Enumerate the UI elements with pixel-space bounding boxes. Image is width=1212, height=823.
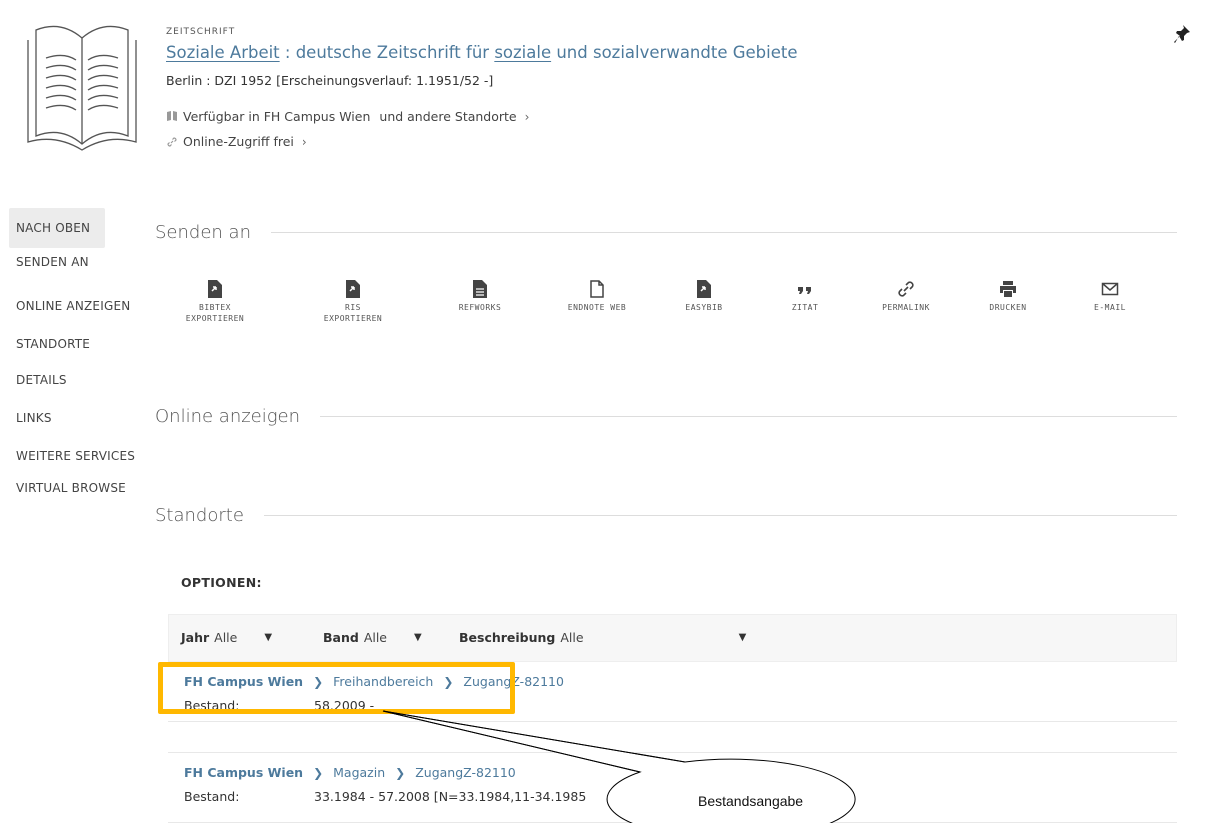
availability-link[interactable]: Verfügbar in FH Campus Wien und andere S… — [166, 109, 529, 124]
zitat-button[interactable]: ZITAT — [755, 280, 855, 313]
caret-down-icon: ▼ — [738, 632, 747, 643]
title-link-part[interactable]: soziale — [494, 43, 551, 62]
file-export-icon — [208, 280, 222, 298]
call-number: ZugangZ-82110 — [415, 765, 516, 780]
availability-location: Verfügbar in FH Campus Wien — [183, 109, 371, 124]
caret-down-icon: ▼ — [264, 632, 273, 643]
button-label: RIS EXPORTIEREN — [323, 303, 383, 323]
bibtex-export-button[interactable]: BIBTEX EXPORTIEREN — [165, 280, 265, 324]
refworks-button[interactable]: REFWORKS — [430, 280, 530, 313]
filter-key: Beschreibung — [459, 630, 556, 645]
online-access-label: Online-Zugriff frei — [183, 134, 294, 149]
availability-more: und andere Standorte — [379, 109, 517, 124]
holding-value: 33.1984 - 57.2008 [N=33.1984,11-34.1985 — [314, 789, 587, 804]
send-actions: BIBTEX EXPORTIEREN RIS EXPORTIEREN REFWO… — [165, 280, 1177, 340]
filter-key: Jahr — [181, 630, 210, 645]
options-label: OPTIONEN: — [181, 575, 262, 590]
section-nav: NACH OBEN SENDEN AN ONLINE ANZEIGEN STAN… — [9, 208, 159, 508]
record-title[interactable]: Soziale Arbeit : deutsche Zeitschrift fü… — [166, 43, 798, 62]
chevron-right-icon: ❯ — [395, 765, 406, 780]
chevron-right-icon: › — [301, 134, 307, 149]
publication-info: Berlin : DZI 1952 [Erscheinungsverlauf: … — [166, 73, 494, 88]
section-title: Online anzeigen — [155, 406, 301, 427]
callout-text: Bestandsangabe — [698, 793, 804, 809]
title-part: und sozialverwandte Gebiete — [551, 43, 798, 62]
permalink-button[interactable]: PERMALINK — [856, 280, 956, 313]
nav-item-standorte[interactable]: STANDORTE — [9, 324, 159, 364]
nav-item-senden-an[interactable]: SENDEN AN — [9, 242, 159, 282]
holding-highlight-box — [158, 662, 515, 714]
nav-item-links[interactable]: LINKS — [9, 398, 159, 438]
file-export-icon — [697, 280, 711, 298]
ris-export-button[interactable]: RIS EXPORTIEREN — [303, 280, 403, 324]
button-label: EASYBIB — [685, 303, 723, 312]
library-name: FH Campus Wien — [184, 765, 304, 780]
easybib-button[interactable]: EASYBIB — [654, 280, 754, 313]
nav-item-online-anzeigen[interactable]: ONLINE ANZEIGEN — [9, 286, 159, 326]
online-access-link[interactable]: Online-Zugriff frei › — [166, 134, 307, 149]
button-label: PERMALINK — [882, 303, 930, 312]
record-type: ZEITSCHRIFT — [166, 27, 236, 37]
button-label: ENDNOTE WEB — [567, 303, 627, 312]
location-row[interactable]: FH Campus Wien ❯ Magazin ❯ ZugangZ-82110… — [168, 752, 1177, 823]
chevron-right-icon: ❯ — [313, 765, 324, 780]
button-label: E-MAIL — [1094, 303, 1126, 312]
chevron-right-icon: › — [524, 109, 530, 124]
filter-jahr[interactable]: Jahr Alle ▼ — [181, 630, 272, 645]
holding-label: Bestand: — [184, 789, 240, 804]
filter-band[interactable]: Band Alle ▼ — [323, 630, 422, 645]
book-icon — [167, 111, 177, 121]
button-label: REFWORKS — [458, 303, 502, 312]
drucken-button[interactable]: DRUCKEN — [958, 280, 1058, 313]
title-part: : deutsche Zeitschrift für — [279, 43, 495, 62]
file-export-icon — [346, 280, 360, 298]
section-title: Standorte — [155, 505, 244, 526]
caret-down-icon: ▼ — [414, 632, 422, 643]
location-path: FH Campus Wien ❯ Magazin ❯ ZugangZ-82110 — [184, 765, 516, 780]
section-heading-senden-an: Senden an — [155, 222, 1177, 243]
link-icon — [898, 281, 914, 297]
nav-item-details[interactable]: DETAILS — [9, 360, 159, 400]
holdings-filter-bar: Jahr Alle ▼ Band Alle ▼ Beschreibung All… — [168, 614, 1177, 662]
section-heading-online-anzeigen: Online anzeigen — [155, 406, 1177, 427]
link-icon — [167, 136, 177, 147]
filter-value: Alle — [214, 630, 238, 645]
filter-value: Alle — [363, 630, 387, 645]
button-label: DRUCKEN — [989, 303, 1027, 312]
endnote-web-button[interactable]: ENDNOTE WEB — [547, 280, 647, 313]
file-outline-icon — [590, 280, 604, 298]
sublocation: Magazin — [333, 765, 386, 780]
printer-icon — [1000, 281, 1016, 297]
quote-icon — [798, 287, 811, 294]
button-label: BIBTEX EXPORTIEREN — [185, 303, 245, 323]
holding-info: Bestand: 33.1984 - 57.2008 [N=33.1984,11… — [184, 789, 586, 804]
open-book-icon — [27, 25, 137, 151]
mail-icon — [1101, 282, 1119, 296]
section-heading-standorte: Standorte — [155, 505, 1177, 526]
section-title: Senden an — [155, 222, 251, 243]
button-label: ZITAT — [791, 303, 819, 312]
file-text-icon — [473, 280, 487, 298]
email-button[interactable]: E-MAIL — [1060, 280, 1160, 313]
nav-item-virtual-browse[interactable]: VIRTUAL BROWSE — [9, 468, 159, 508]
filter-key: Band — [323, 630, 359, 645]
filter-beschreibung[interactable]: Beschreibung Alle ▼ — [459, 630, 746, 645]
filter-value: Alle — [560, 630, 584, 645]
pin-icon[interactable] — [1173, 24, 1191, 44]
title-link-part[interactable]: Soziale Arbeit — [166, 43, 280, 62]
